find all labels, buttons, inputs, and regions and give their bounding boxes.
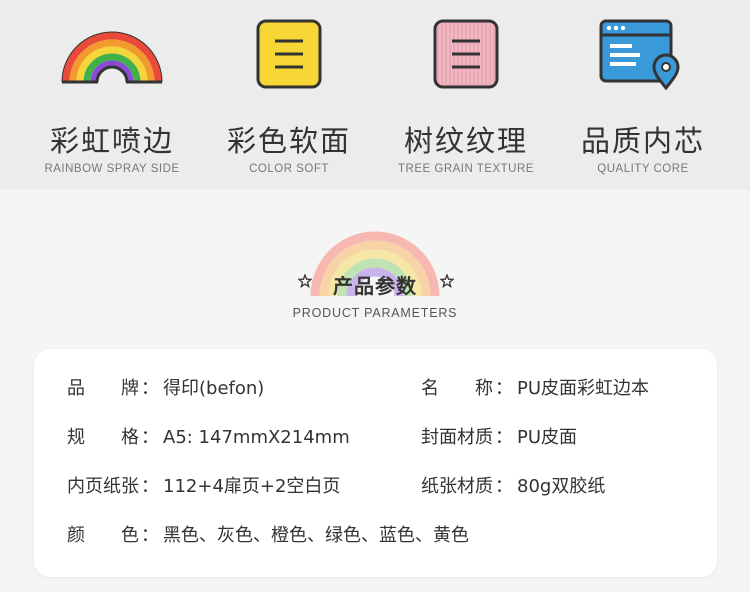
feature-subtitle: COLOR SOFT <box>249 163 329 175</box>
param-label: 内页纸张 <box>67 476 139 497</box>
feature-subtitle: QUALITY CORE <box>597 163 689 175</box>
feature-quality-core: 品质内芯 QUALITY CORE <box>553 18 733 175</box>
section-header: 产品参数 PRODUCT PARAMETERS <box>0 190 750 340</box>
param-value: PU皮面 <box>517 427 578 448</box>
param-label: 颜 色 <box>67 525 139 546</box>
param-colon: ： <box>495 476 513 497</box>
param-value: A5: 147mmX214mm <box>163 427 350 448</box>
section-subtitle: PRODUCT PARAMETERS <box>292 306 458 320</box>
star-right-icon <box>440 274 454 288</box>
param-brand: 品 牌：得印(befon) <box>67 374 264 400</box>
feature-title: 彩色软面 <box>226 124 351 158</box>
param-value: 112+4扉页+2空白页 <box>163 476 341 497</box>
param-value: PU皮面彩虹边本 <box>517 378 650 399</box>
feature-title: 彩虹喷边 <box>49 124 174 158</box>
param-value: 黑色、灰色、橙色、绿色、蓝色、黄色 <box>163 525 469 546</box>
feature-rainbow-spray-side: 彩虹喷边 RAINBOW SPRAY SIDE <box>22 18 202 175</box>
param-label: 名 称 <box>421 378 493 399</box>
param-cover: 封面材质： PU皮面 <box>421 423 577 449</box>
param-label: 规 格 <box>67 427 139 448</box>
pink-notebook-icon <box>433 19 499 89</box>
param-label: 纸张材质 <box>421 476 493 497</box>
param-colon: ： <box>141 476 159 497</box>
param-paper: 纸张材质： 80g双胶纸 <box>421 472 605 498</box>
param-label: 品 牌 <box>67 378 139 399</box>
param-row: 规 格： A5: 147mmX214mm 封面材质： PU皮面 <box>34 423 717 453</box>
param-value: 80g双胶纸 <box>517 476 606 497</box>
feature-subtitle: TREE GRAIN TEXTURE <box>398 163 534 175</box>
param-row: 品 牌：得印(befon) 名 称： PU皮面彩虹边本 <box>34 374 717 404</box>
param-value: 得印(befon) <box>163 378 265 399</box>
param-colon: ： <box>495 378 513 399</box>
browser-location-icon <box>599 19 680 91</box>
param-name: 名 称： PU皮面彩虹边本 <box>421 374 649 400</box>
section-title: 产品参数 <box>333 274 417 298</box>
feature-tree-grain-texture: 树纹纹理 TREE GRAIN TEXTURE <box>376 18 556 175</box>
feature-title: 品质内芯 <box>580 124 705 158</box>
param-colon: ： <box>141 427 159 448</box>
param-color: 颜 色：黑色、灰色、橙色、绿色、蓝色、黄色 <box>67 521 469 547</box>
feature-strip: 彩虹喷边 RAINBOW SPRAY SIDE 彩色软面 COLOR SOFT <box>0 0 750 190</box>
parameters-card: 品 牌：得印(befon) 名 称： PU皮面彩虹边本 规 格： A5: 147mm… <box>34 349 717 577</box>
feature-title: 树纹纹理 <box>403 124 528 158</box>
param-row: 颜 色：黑色、灰色、橙色、绿色、蓝色、黄色 <box>34 521 717 551</box>
feature-subtitle: RAINBOW SPRAY SIDE <box>44 163 180 175</box>
param-spec: 规 格： A5: 147mmX214mm <box>67 423 350 449</box>
param-colon: ： <box>141 378 159 399</box>
param-label: 封面材质 <box>421 427 493 448</box>
param-colon: ： <box>141 525 159 546</box>
yellow-notebook-icon <box>256 19 322 89</box>
product-parameters-section: 产品参数 PRODUCT PARAMETERS 品 牌：得印(befon) 名 … <box>0 190 750 592</box>
param-pages: 内页纸张： 112+4扉页+2空白页 <box>67 472 340 498</box>
param-row: 内页纸张： 112+4扉页+2空白页 纸张材质： 80g双胶纸 <box>34 472 717 502</box>
feature-color-soft: 彩色软面 COLOR SOFT <box>199 18 379 175</box>
rainbow-icon <box>61 31 163 84</box>
param-colon: ： <box>495 427 513 448</box>
